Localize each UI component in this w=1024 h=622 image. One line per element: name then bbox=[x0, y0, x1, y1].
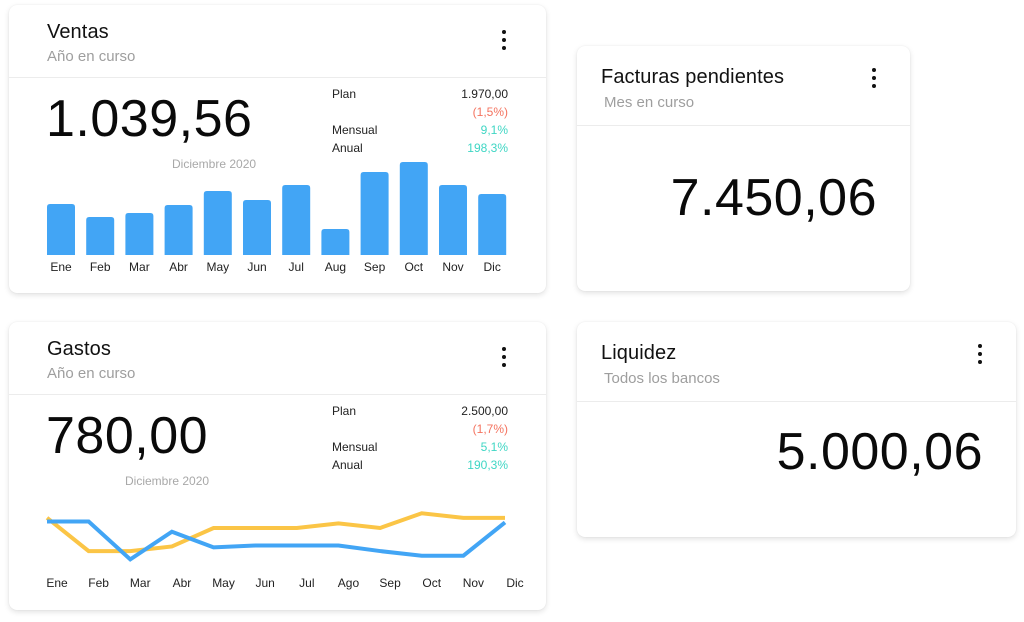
x-tick-label: Feb bbox=[89, 260, 111, 274]
facturas-more-vertical-icon[interactable] bbox=[864, 64, 884, 92]
liquidez-card-header: Liquidez Todos los bancos bbox=[577, 322, 1016, 402]
facturas-value: 7.450,06 bbox=[670, 169, 877, 227]
bar-jul bbox=[282, 185, 311, 255]
x-tick-label: Jun bbox=[255, 576, 275, 590]
x-tick-label: Mar bbox=[129, 576, 151, 590]
bar-ene bbox=[47, 204, 75, 255]
x-tick-label: Ene bbox=[46, 576, 68, 590]
x-tick-label: Jun bbox=[247, 260, 267, 274]
bar-jun bbox=[243, 200, 271, 255]
bar-dic bbox=[478, 194, 507, 255]
x-tick-label: Ago bbox=[337, 576, 360, 590]
x-tick-label: Sep bbox=[363, 260, 386, 274]
x-tick-label: May bbox=[206, 260, 230, 274]
facturas-subtitle: Mes en curso bbox=[604, 94, 695, 111]
x-tick-label: Ene bbox=[50, 260, 72, 274]
liquidez-more-vertical-icon[interactable] bbox=[970, 340, 990, 368]
x-tick-label: Nov bbox=[462, 576, 485, 590]
x-tick-label: Dic bbox=[506, 576, 524, 590]
facturas-card-header: Facturas pendientes Mes en curso bbox=[577, 46, 910, 126]
facturas-title: Facturas pendientes bbox=[601, 66, 785, 88]
x-tick-label: Mar bbox=[129, 260, 150, 274]
bar-abr bbox=[164, 205, 193, 255]
facturas-card: Facturas pendientes Mes en curso 7.450,0… bbox=[577, 46, 910, 291]
bar-oct bbox=[399, 162, 428, 255]
liquidez-card: Liquidez Todos los bancos 5.000,06 bbox=[577, 322, 1016, 537]
x-tick-label: Oct bbox=[422, 576, 442, 590]
bar-nov bbox=[439, 185, 467, 255]
bar-feb bbox=[86, 217, 115, 255]
ventas-card: Ventas Año en curso 1.039,56 Diciembre 2… bbox=[9, 5, 546, 293]
x-tick-label: Aug bbox=[324, 260, 347, 274]
liquidez-title: Liquidez bbox=[601, 342, 677, 364]
gastos-line-chart bbox=[45, 511, 507, 562]
x-tick-label: Jul bbox=[299, 576, 315, 590]
gastos-card: Gastos Año en curso 780,00 Diciembre 202… bbox=[9, 322, 546, 610]
x-tick-label: Oct bbox=[404, 260, 424, 274]
ventas-bar-chart bbox=[47, 162, 507, 255]
bar-mar bbox=[125, 213, 154, 255]
x-tick-label: Abr bbox=[172, 576, 192, 590]
x-tick-label: Feb bbox=[88, 576, 109, 590]
liquidez-value: 5.000,06 bbox=[776, 423, 983, 481]
x-tick-label: Dic bbox=[483, 260, 501, 274]
bar-aug bbox=[321, 229, 350, 255]
liquidez-subtitle: Todos los bancos bbox=[604, 370, 720, 387]
x-tick-label: Abr bbox=[169, 260, 188, 274]
x-tick-label: Nov bbox=[442, 260, 464, 274]
bar-sep bbox=[360, 172, 389, 255]
x-tick-label: Sep bbox=[379, 576, 401, 590]
bar-may bbox=[203, 191, 232, 255]
x-tick-label: May bbox=[212, 576, 235, 590]
x-tick-label: Jul bbox=[288, 260, 304, 274]
